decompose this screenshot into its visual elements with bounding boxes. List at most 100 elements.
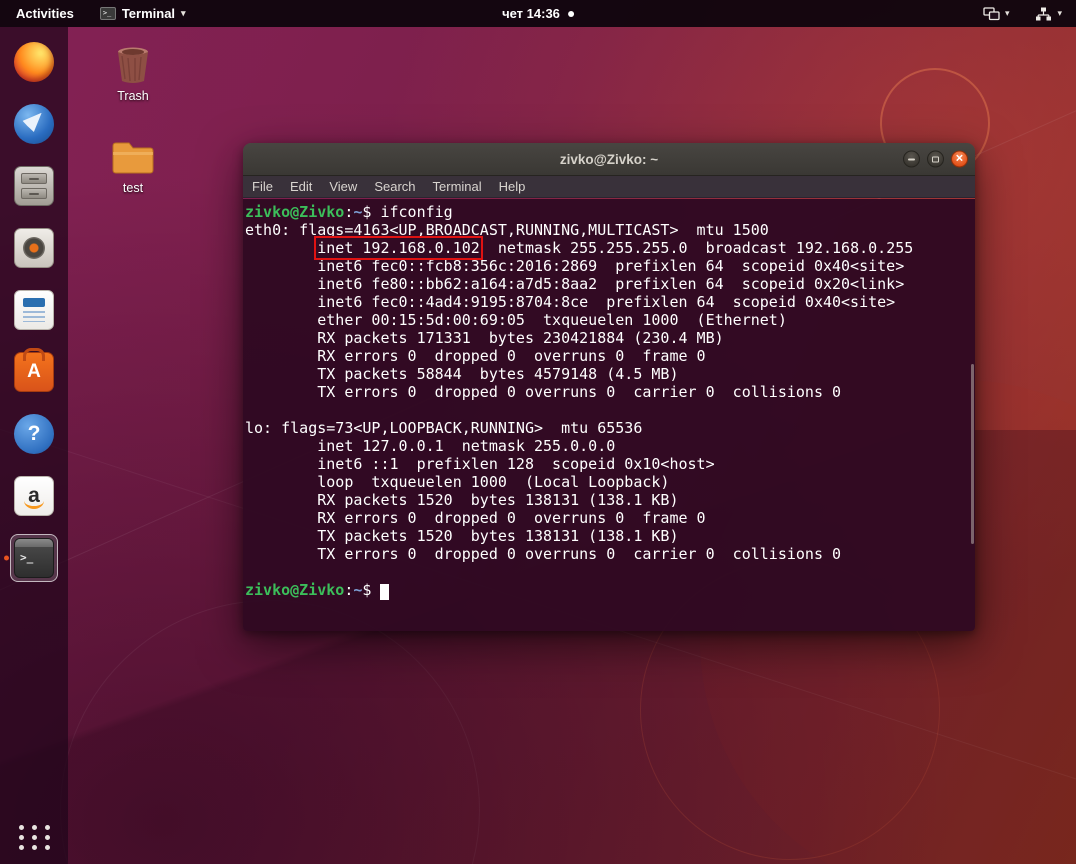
- close-icon: ✕: [955, 153, 964, 164]
- help-glyph: ?: [27, 422, 41, 445]
- clock-label: чет 14:36: [502, 6, 560, 21]
- desktop-icon-label: Trash: [117, 89, 149, 103]
- dock-item-firefox[interactable]: [10, 38, 58, 86]
- chevron-down-icon: ▾: [181, 8, 186, 18]
- show-applications-button[interactable]: [17, 820, 51, 854]
- terminal-line: lo: flags=73<UP,LOOPBACK,RUNNING> mtu 65…: [245, 419, 975, 437]
- terminal-line: TX errors 0 dropped 0 overruns 0 carrier…: [245, 545, 975, 563]
- terminal-text: lo: flags=73<UP,LOOPBACK,RUNNING> mtu 65…: [245, 419, 643, 437]
- minimize-icon: [908, 158, 915, 160]
- terminal-text: inet6 fec0::4ad4:9195:8704:8ce prefixlen…: [245, 293, 896, 311]
- menu-help[interactable]: Help: [499, 179, 526, 194]
- terminal-text: zivko@Zivko: [245, 203, 345, 221]
- terminal-output[interactable]: zivko@Zivko:~$ ifconfig eth0: flags=4163<…: [243, 199, 975, 631]
- terminal-prompt-glyph: >_: [20, 551, 34, 564]
- terminal-line: zivko@Zivko:~$: [245, 581, 975, 600]
- app-menu-label: Terminal: [121, 6, 176, 21]
- terminal-text: RX errors 0 dropped 0 overruns 0 frame 0: [245, 509, 706, 527]
- dock-item-rhythmbox[interactable]: [10, 224, 58, 272]
- clock-menu[interactable]: чет 14:36: [502, 0, 574, 27]
- network-tree-icon: [1036, 7, 1052, 20]
- screen-share-indicator[interactable]: ▾: [983, 6, 1010, 21]
- terminal-text: TX errors 0 dropped 0 overruns 0 carrier…: [245, 545, 842, 563]
- dock-item-libreoffice-writer[interactable]: [10, 286, 58, 334]
- terminal-text: TX errors 0 dropped 0 overruns 0 carrier…: [245, 383, 842, 401]
- desktop-icon-label: test: [122, 181, 144, 195]
- terminal-line: RX packets 1520 bytes 138131 (138.1 KB): [245, 491, 975, 509]
- app-menu[interactable]: >_ Terminal ▾: [94, 0, 192, 27]
- terminal-text: $ ifconfig: [362, 203, 453, 221]
- wallpaper-decor: [60, 600, 480, 864]
- menu-terminal[interactable]: Terminal: [433, 179, 482, 194]
- writer-document-icon: [14, 290, 54, 330]
- terminal-line: inet6 fec0::fcb8:356c:2016:2869 prefixle…: [245, 257, 975, 275]
- terminal-line: RX packets 171331 bytes 230421884 (230.4…: [245, 329, 975, 347]
- trash-icon: [118, 47, 148, 83]
- activities-button[interactable]: Activities: [10, 0, 80, 27]
- maximize-button[interactable]: [927, 150, 944, 168]
- terminal-line: zivko@Zivko:~$ ifconfig: [245, 203, 975, 221]
- terminal-line: inet6 fe80::bb62:a164:a7d5:8aa2 prefixle…: [245, 275, 975, 293]
- terminal-line: ether 00:15:5d:00:69:05 txqueuelen 1000 …: [245, 311, 975, 329]
- terminal-icon: >_: [14, 538, 54, 578]
- terminal-cursor: [380, 584, 390, 600]
- terminal-text: RX errors 0 dropped 0 overruns 0 frame 0: [245, 347, 706, 365]
- help-question-icon: ?: [14, 414, 54, 454]
- window-controls: ✕: [903, 150, 968, 168]
- terminal-text: inet 127.0.0.1 netmask 255.0.0.0: [245, 437, 616, 455]
- desktop-icon-test-folder[interactable]: test: [98, 138, 168, 195]
- dock-item-ubuntu-software[interactable]: A: [10, 348, 58, 396]
- dock-item-terminal[interactable]: >_: [10, 534, 58, 582]
- amazon-icon: a: [14, 476, 54, 516]
- terminal-line: TX packets 1520 bytes 138131 (138.1 KB): [245, 527, 975, 545]
- software-bag-icon: A: [14, 352, 54, 392]
- terminal-text: eth0: flags=4163<UP,BROADCAST,RUNNING,MU…: [245, 221, 769, 239]
- window-title: zivko@Zivko: ~: [559, 151, 659, 167]
- terminal-text: netmask 255.255.255.0 broadcast 192.168.…: [479, 239, 914, 257]
- terminal-text: TX packets 58844 bytes 4579148 (4.5 MB): [245, 365, 679, 383]
- software-letter: A: [27, 361, 41, 382]
- chevron-down-icon: ▾: [1057, 8, 1062, 18]
- system-menu[interactable]: ▾: [1035, 7, 1062, 21]
- terminal-scrollbar[interactable]: [971, 364, 974, 544]
- terminal-text: RX packets 171331 bytes 230421884 (230.4…: [245, 329, 724, 347]
- terminal-line: RX errors 0 dropped 0 overruns 0 frame 0: [245, 347, 975, 365]
- firefox-icon: [14, 42, 54, 82]
- maximize-icon: [932, 156, 939, 162]
- terminal-line: TX errors 0 dropped 0 overruns 0 carrier…: [245, 383, 975, 401]
- terminal-line: TX packets 58844 bytes 4579148 (4.5 MB): [245, 365, 975, 383]
- minimize-button[interactable]: [903, 150, 920, 168]
- dock-item-amazon[interactable]: a: [10, 472, 58, 520]
- terminal-text: inet6 fec0::fcb8:356c:2016:2869 prefixle…: [245, 257, 905, 275]
- terminal-text: ether 00:15:5d:00:69:05 txqueuelen 1000 …: [245, 311, 787, 329]
- speaker-icon: [14, 228, 54, 268]
- menu-view[interactable]: View: [329, 179, 357, 194]
- window-titlebar[interactable]: zivko@Zivko: ~ ✕: [243, 143, 975, 176]
- dock-item-thunderbird[interactable]: [10, 100, 58, 148]
- chevron-down-icon: ▾: [1004, 8, 1010, 18]
- file-cabinet-icon: [14, 166, 54, 206]
- highlighted-ip-text: inet 192.168.0.102: [314, 236, 483, 260]
- terminal-text: zivko@Zivko: [245, 581, 345, 599]
- desktop: Activities >_ Terminal ▾ чет 14:36 ▾ ▾ A…: [0, 0, 1076, 864]
- menu-edit[interactable]: Edit: [290, 179, 312, 194]
- notification-dot-icon: [567, 10, 574, 17]
- terminal-text: inet6 ::1 prefixlen 128 scopeid 0x10<hos…: [245, 455, 715, 473]
- dock-item-files[interactable]: [10, 162, 58, 210]
- menu-search[interactable]: Search: [374, 179, 415, 194]
- terminal-line: eth0: flags=4163<UP,BROADCAST,RUNNING,MU…: [245, 221, 975, 239]
- terminal-line: inet6 ::1 prefixlen 128 scopeid 0x10<hos…: [245, 455, 975, 473]
- thunderbird-icon: [14, 104, 54, 144]
- terminal-window: zivko@Zivko: ~ ✕ File Edit View Search T…: [243, 143, 975, 631]
- desktop-icon-trash[interactable]: Trash: [98, 42, 168, 103]
- terminal-text: TX packets 1520 bytes 138131 (138.1 KB): [245, 527, 679, 545]
- terminal-line: loop txqueuelen 1000 (Local Loopback): [245, 473, 975, 491]
- dock-item-help[interactable]: ?: [10, 410, 58, 458]
- terminal-text: loop txqueuelen 1000 (Local Loopback): [245, 473, 670, 491]
- terminal-line: inet 192.168.0.102 netmask 255.255.255.0…: [245, 236, 975, 260]
- menu-file[interactable]: File: [252, 179, 273, 194]
- close-button[interactable]: ✕: [951, 150, 968, 168]
